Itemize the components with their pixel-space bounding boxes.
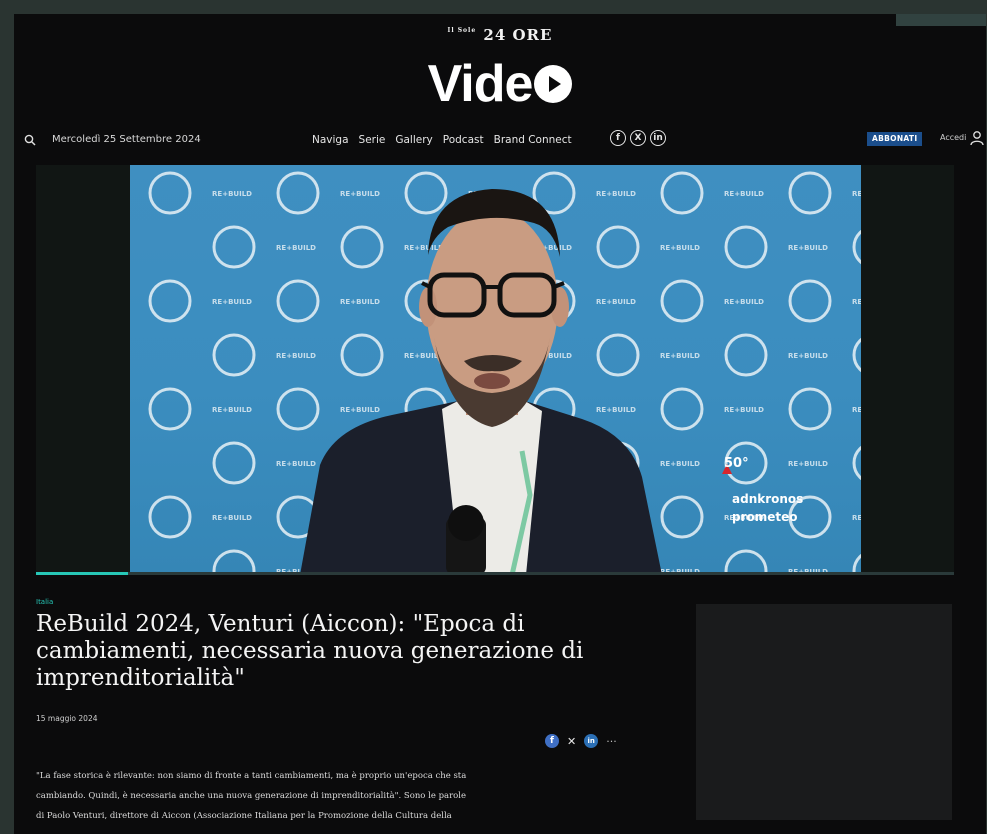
video-progress-fill xyxy=(36,572,128,575)
play-circle-icon xyxy=(534,65,573,103)
nav-link-podcast[interactable]: Podcast xyxy=(443,134,484,146)
share-x-icon[interactable]: ✕ xyxy=(567,735,576,748)
article-category[interactable]: Italia xyxy=(36,598,53,606)
linkedin-icon[interactable]: in xyxy=(650,130,666,146)
x-icon[interactable]: X xyxy=(630,130,646,146)
article-date: 15 maggio 2024 xyxy=(36,714,98,723)
share-facebook-icon[interactable]: f xyxy=(545,734,559,748)
subscribe-button[interactable]: ABBONATI xyxy=(867,132,923,146)
brand-logo-text: 24 ORE xyxy=(483,26,553,44)
article-title: ReBuild 2024, Venturi (Aiccon): "Epoca d… xyxy=(36,611,584,691)
facebook-icon[interactable]: f xyxy=(610,130,626,146)
article-body-line: cambiando. Quindi, è necessaria anche un… xyxy=(36,791,467,801)
section-title[interactable]: Vide xyxy=(14,54,986,114)
video-frame[interactable]: RE+BUILDRE+BUILDRE+BUILDRE+BUILDRE+BUILD… xyxy=(130,165,861,575)
nav-link-gallery[interactable]: Gallery xyxy=(395,134,432,146)
brand-logo[interactable]: Il Sole 24 ORE xyxy=(14,26,986,44)
nav-link-brand-connect[interactable]: Brand Connect xyxy=(494,134,572,146)
article-body: "La fase storica è rilevante: non siamo … xyxy=(36,766,636,826)
window-corner xyxy=(896,14,986,26)
section-title-text: Vide xyxy=(427,55,534,113)
nav-link-serie[interactable]: Serie xyxy=(359,134,386,146)
video-player[interactable]: RE+BUILDRE+BUILDRE+BUILDRE+BUILDRE+BUILD… xyxy=(36,165,954,575)
share-more-icon[interactable]: ··· xyxy=(606,735,617,748)
main-nav: Naviga Serie Gallery Podcast Brand Conne… xyxy=(312,134,572,146)
article-body-line: di Paolo Venturi, direttore di Aiccon (A… xyxy=(36,811,452,821)
page: Il Sole 24 ORE Vide Mercoledì 25 Settemb… xyxy=(14,14,986,834)
nav-bar: Mercoledì 25 Settembre 2024 Naviga Serie… xyxy=(14,130,986,152)
login-link[interactable]: Accedi xyxy=(940,133,966,142)
current-date: Mercoledì 25 Settembre 2024 xyxy=(52,134,201,145)
watermark-anniversary: 50° xyxy=(724,456,749,471)
social-links: f X in xyxy=(610,130,666,146)
ad-placeholder xyxy=(696,604,952,820)
user-icon[interactable] xyxy=(970,130,984,146)
share-bar: f ✕ in ··· xyxy=(545,734,617,748)
article-body-line: "La fase storica è rilevante: non siamo … xyxy=(36,771,467,781)
video-progress-bar[interactable] xyxy=(36,572,954,575)
search-icon[interactable] xyxy=(24,134,36,146)
watermark-line-1: adnkronos xyxy=(732,492,804,506)
nav-link-naviga[interactable]: Naviga xyxy=(312,134,349,146)
share-linkedin-icon[interactable]: in xyxy=(584,734,599,748)
brand-pre: Il Sole xyxy=(447,27,477,34)
watermark-line-2: prometeo xyxy=(732,510,798,524)
